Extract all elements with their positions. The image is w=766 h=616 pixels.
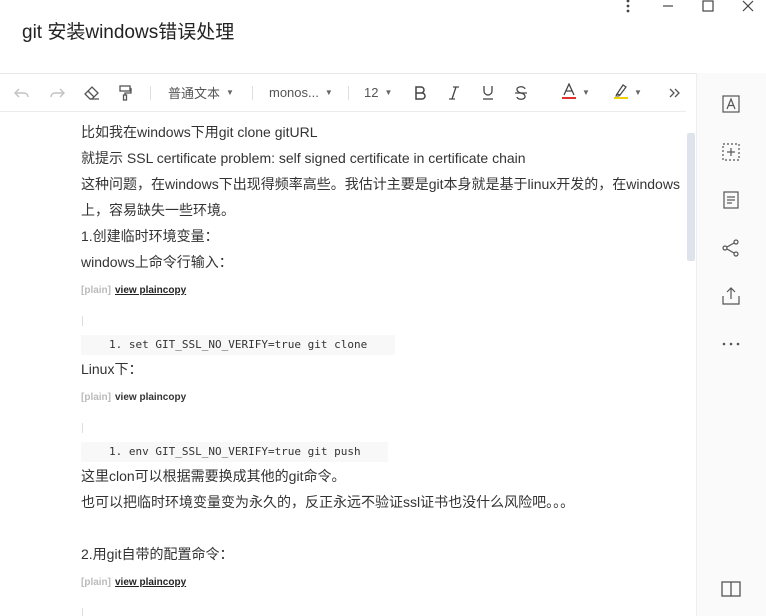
editor-toolbar: 普通文本 ▼ monos... ▼ 12 ▼ ▼ ▼ (0, 73, 696, 112)
plain-tag: [plain] (81, 577, 111, 588)
code-toolbar: [plain] view plaincopy (81, 285, 186, 296)
code-toolbar: [plain] view plaincopy (81, 392, 186, 403)
code-gutter (82, 316, 83, 326)
more-chevrons-icon[interactable] (664, 74, 686, 111)
paragraph-style-select[interactable]: 普通文本 ▼ (168, 74, 244, 111)
eraser-icon[interactable] (80, 74, 104, 111)
maximize-icon[interactable] (696, 0, 720, 16)
paragraph: 这里clon可以根据需要换成其他的git命令。 (81, 468, 346, 484)
italic-icon[interactable] (443, 74, 465, 111)
view-plaincopy-link[interactable]: view plaincopy (115, 285, 186, 296)
view-plaincopy-link[interactable]: view plaincopy (115, 392, 186, 403)
paragraph: 1.创建临时环境变量： (81, 228, 219, 244)
paragraph: 上，容易缺失一些环境。 (81, 202, 235, 218)
toggle-panel-icon[interactable] (720, 578, 742, 600)
export-icon[interactable] (720, 285, 742, 307)
chevron-down-icon: ▼ (226, 88, 234, 97)
plain-tag: [plain] (81, 285, 111, 296)
chevron-down-icon: ▼ (582, 88, 590, 97)
bold-icon[interactable] (409, 74, 431, 111)
redo-icon[interactable] (45, 74, 69, 111)
font-color-button[interactable]: ▼ (562, 74, 602, 111)
paragraph: 比如我在windows下用git clone gitURL (81, 124, 318, 140)
chevron-down-icon: ▼ (384, 88, 393, 97)
close-icon[interactable] (736, 0, 760, 16)
font-size-label: 12 (364, 85, 379, 100)
editor-content[interactable]: 比如我在windows下用git clone gitURL 就提示 SSL ce… (0, 111, 686, 616)
section-heading: 2.用git自带的配置命令： (81, 546, 234, 562)
paragraph: 也可以把临时环境变量变为永久的，反正永远不验证ssl证书也没什么风险吧。。。 (81, 494, 575, 510)
paragraph: 这种问题，在windows下出现得频率高些。我估计主要是git本身就是基于lin… (81, 176, 680, 192)
text-box-icon[interactable] (720, 93, 742, 115)
highlight-button[interactable]: ▼ (614, 74, 654, 111)
undo-icon[interactable] (10, 74, 34, 111)
chevron-down-icon: ▼ (324, 88, 333, 97)
code-line: 1. set GIT_SSL_NO_VERIFY=true git clone (109, 338, 368, 351)
font-family-label: monos... (269, 85, 319, 100)
code-gutter (82, 423, 83, 433)
right-side-panel (696, 73, 766, 616)
view-plaincopy-link[interactable]: view plaincopy (115, 577, 186, 588)
code-line: 1. env GIT_SSL_NO_VERIFY=true git push (109, 445, 361, 458)
toolbar-divider (150, 86, 151, 100)
minimize-icon[interactable] (656, 0, 680, 16)
chevron-down-icon: ▼ (634, 88, 642, 97)
more-vertical-icon[interactable] (616, 0, 640, 16)
strikethrough-icon[interactable] (510, 74, 532, 111)
font-family-select[interactable]: monos... ▼ (269, 74, 343, 111)
toolbar-divider (252, 86, 253, 100)
code-gutter (82, 608, 83, 616)
font-color-icon (562, 82, 576, 102)
format-painter-icon[interactable] (114, 74, 136, 111)
toolbar-divider (348, 86, 349, 100)
add-block-icon[interactable] (720, 141, 742, 163)
font-size-select[interactable]: 12 ▼ (364, 74, 400, 111)
document-title[interactable]: git 安装windows错误处理 (22, 17, 234, 44)
paragraph: windows上命令行输入： (81, 254, 233, 270)
paragraph: Linux下： (81, 361, 143, 377)
document-icon[interactable] (720, 189, 742, 211)
code-toolbar: [plain] view plaincopy (81, 577, 186, 588)
more-icon[interactable] (720, 333, 742, 355)
underline-icon[interactable] (477, 74, 499, 111)
paragraph-style-label: 普通文本 (168, 86, 221, 101)
scrollbar-thumb[interactable] (687, 133, 695, 261)
highlight-icon (614, 83, 628, 102)
plain-tag: [plain] (81, 392, 111, 403)
paragraph: 就提示 SSL certificate problem: self signed… (81, 150, 526, 166)
share-icon[interactable] (720, 237, 742, 259)
